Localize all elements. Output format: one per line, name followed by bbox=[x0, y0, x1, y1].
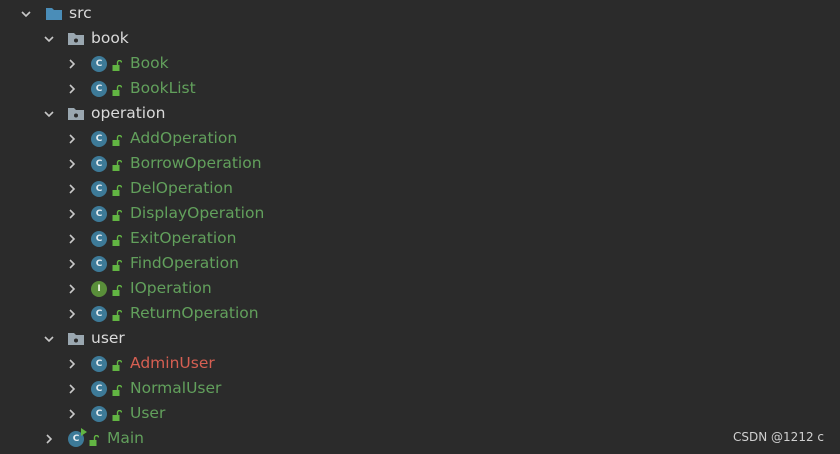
class-icon: C bbox=[91, 255, 107, 272]
tree-node-label: ReturnOperation bbox=[130, 304, 259, 322]
package-icon bbox=[67, 331, 85, 346]
tree-node-class[interactable]: C DelOperation bbox=[66, 176, 233, 201]
class-icon: C bbox=[91, 55, 107, 72]
tree-node-label: BorrowOperation bbox=[130, 154, 262, 172]
tree-node-label: FindOperation bbox=[130, 254, 239, 272]
unlock-icon bbox=[112, 358, 123, 371]
chevron-right-icon[interactable] bbox=[66, 383, 78, 395]
tree-node-label: AddOperation bbox=[130, 129, 238, 147]
tree-node-class[interactable]: C BorrowOperation bbox=[66, 151, 262, 176]
chevron-right-icon[interactable] bbox=[66, 83, 78, 95]
unlock-icon bbox=[112, 158, 123, 171]
tree-node-src[interactable]: src bbox=[20, 1, 92, 26]
tree-node-label: src bbox=[69, 4, 92, 22]
unlock-icon bbox=[112, 58, 123, 71]
unlock-icon bbox=[112, 83, 123, 96]
tree-node-class[interactable]: C Book bbox=[66, 51, 169, 76]
tree-node-label: ExitOperation bbox=[130, 229, 237, 247]
unlock-icon bbox=[112, 208, 123, 221]
unlock-icon bbox=[112, 408, 123, 421]
package-icon bbox=[67, 106, 85, 121]
project-tree: src book C Book C BookList operation C A… bbox=[0, 0, 840, 454]
tree-node-class[interactable]: C ExitOperation bbox=[66, 226, 237, 251]
tree-node-book[interactable]: book bbox=[43, 26, 129, 51]
chevron-right-icon[interactable] bbox=[66, 358, 78, 370]
class-icon: C bbox=[91, 230, 107, 247]
tree-node-label: book bbox=[91, 29, 129, 47]
unlock-icon bbox=[112, 258, 123, 271]
tree-node-class[interactable]: C ReturnOperation bbox=[66, 301, 259, 326]
tree-node-label: user bbox=[91, 329, 125, 347]
tree-node-operation[interactable]: operation bbox=[43, 101, 165, 126]
tree-node-user[interactable]: user bbox=[43, 326, 125, 351]
tree-node-label: IOperation bbox=[130, 279, 212, 297]
tree-node-class[interactable]: C AddOperation bbox=[66, 126, 237, 151]
class-icon: C bbox=[91, 80, 107, 97]
interface-icon: I bbox=[91, 280, 107, 297]
tree-node-class[interactable]: C NormalUser bbox=[66, 376, 221, 401]
unlock-icon bbox=[89, 433, 100, 446]
chevron-down-icon[interactable] bbox=[43, 33, 55, 45]
main-class-icon: C bbox=[68, 427, 87, 447]
chevron-right-icon[interactable] bbox=[66, 408, 78, 420]
tree-node-label: DelOperation bbox=[130, 179, 233, 197]
chevron-right-icon[interactable] bbox=[43, 433, 55, 445]
tree-node-class[interactable]: C BookList bbox=[66, 76, 196, 101]
class-icon: C bbox=[91, 130, 107, 147]
package-icon bbox=[67, 31, 85, 46]
chevron-right-icon[interactable] bbox=[66, 208, 78, 220]
chevron-right-icon[interactable] bbox=[66, 308, 78, 320]
chevron-right-icon[interactable] bbox=[66, 183, 78, 195]
watermark: CSDN @1212 c bbox=[733, 430, 824, 444]
chevron-right-icon[interactable] bbox=[66, 158, 78, 170]
unlock-icon bbox=[112, 233, 123, 246]
tree-node-label: AdminUser bbox=[130, 354, 215, 372]
tree-node-class[interactable]: C FindOperation bbox=[66, 251, 239, 276]
chevron-down-icon[interactable] bbox=[43, 333, 55, 345]
tree-node-class[interactable]: C AdminUser bbox=[66, 351, 215, 376]
unlock-icon bbox=[112, 308, 123, 321]
tree-node-label: Book bbox=[130, 54, 169, 72]
tree-node-label: Main bbox=[107, 429, 145, 447]
chevron-right-icon[interactable] bbox=[66, 58, 78, 70]
class-icon: C bbox=[91, 380, 107, 397]
class-icon: C bbox=[91, 205, 107, 222]
chevron-down-icon[interactable] bbox=[20, 8, 32, 20]
tree-node-main[interactable]: C Main bbox=[43, 426, 144, 451]
class-icon: C bbox=[91, 405, 107, 422]
unlock-icon bbox=[112, 183, 123, 196]
folder-icon bbox=[45, 6, 63, 21]
class-icon: C bbox=[91, 305, 107, 322]
tree-node-label: User bbox=[130, 404, 166, 422]
tree-node-class[interactable]: C DisplayOperation bbox=[66, 201, 264, 226]
class-icon: C bbox=[91, 155, 107, 172]
chevron-right-icon[interactable] bbox=[66, 283, 78, 295]
unlock-icon bbox=[112, 133, 123, 146]
class-icon: C bbox=[91, 355, 107, 372]
chevron-right-icon[interactable] bbox=[66, 133, 78, 145]
tree-node-label: operation bbox=[91, 104, 166, 122]
chevron-down-icon[interactable] bbox=[43, 108, 55, 120]
unlock-icon bbox=[112, 383, 123, 396]
tree-node-label: NormalUser bbox=[130, 379, 222, 397]
unlock-icon bbox=[112, 283, 123, 296]
tree-node-interface[interactable]: I IOperation bbox=[66, 276, 212, 301]
tree-node-label: DisplayOperation bbox=[130, 204, 265, 222]
class-icon: C bbox=[91, 180, 107, 197]
chevron-right-icon[interactable] bbox=[66, 233, 78, 245]
tree-node-label: BookList bbox=[130, 79, 196, 97]
chevron-right-icon[interactable] bbox=[66, 258, 78, 270]
tree-node-class[interactable]: C User bbox=[66, 401, 165, 426]
